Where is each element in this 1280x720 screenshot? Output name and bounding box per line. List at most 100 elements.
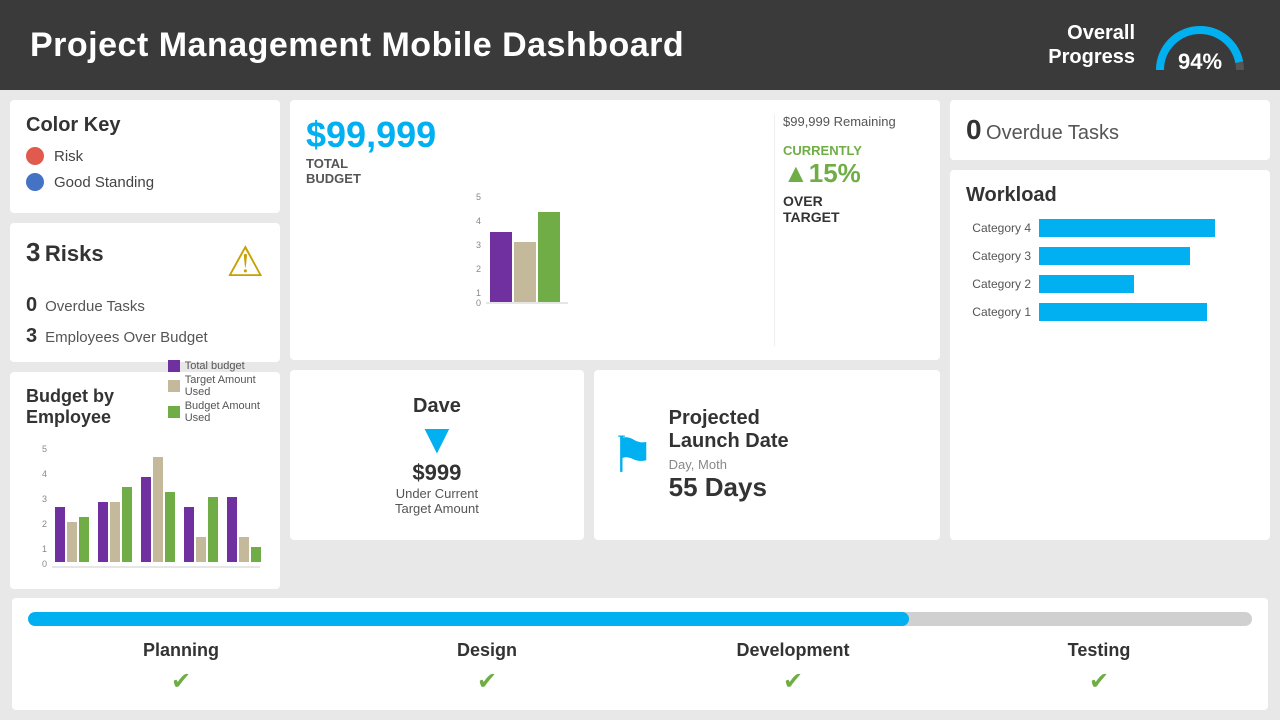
overdue-label: Overdue Tasks bbox=[986, 122, 1119, 144]
cat1-label: Category 1 bbox=[966, 305, 1031, 319]
risks-count: 3 bbox=[26, 237, 40, 267]
budget-stats: $99,999 Remaining CURRENTLY ▲15% OVERTAR… bbox=[774, 114, 924, 346]
budget-employee-chart: 5 4 3 2 1 0 bbox=[26, 440, 264, 570]
svg-text:5: 5 bbox=[42, 444, 47, 454]
dave-amount: $999 bbox=[412, 460, 461, 486]
workload-row-cat4: Category 4 bbox=[966, 219, 1254, 237]
svg-text:2: 2 bbox=[476, 264, 481, 274]
phase-design-check: ✔ bbox=[334, 667, 640, 696]
phase-planning-check: ✔ bbox=[28, 667, 334, 696]
cat4-bar bbox=[1039, 219, 1215, 237]
workload-title: Workload bbox=[966, 184, 1254, 207]
svg-text:4: 4 bbox=[42, 469, 47, 479]
total-budget-label: TOTALBUDGET bbox=[306, 156, 760, 186]
legend-budget-label: Budget Amount Used bbox=[185, 400, 264, 424]
phases-progress-fill bbox=[28, 612, 909, 626]
legend-total-budget: Total budget bbox=[168, 360, 264, 372]
svg-text:3: 3 bbox=[42, 494, 47, 504]
overall-progress: OverallProgress 94% bbox=[1048, 15, 1250, 75]
remaining-text: $99,999 Remaining bbox=[783, 114, 924, 129]
svg-text:3: 3 bbox=[476, 240, 481, 250]
phase-development: Development ✔ bbox=[640, 640, 946, 696]
over-pct: ▲15% bbox=[783, 158, 924, 189]
svg-text:0: 0 bbox=[476, 298, 481, 308]
risk-dot bbox=[26, 147, 44, 165]
launch-days: 55 Days bbox=[669, 472, 789, 503]
svg-text:2: 2 bbox=[42, 519, 47, 529]
cat4-bar-wrap bbox=[1039, 219, 1254, 237]
launch-info: ProjectedLaunch Date Day, Moth 55 Days bbox=[669, 407, 789, 503]
legend-target-used: Target Amount Used bbox=[168, 374, 264, 398]
arrow-up-icon: ▲ bbox=[783, 158, 809, 188]
progress-label: OverallProgress bbox=[1048, 21, 1135, 69]
svg-text:1: 1 bbox=[476, 288, 481, 298]
budget-legend: Total budget Target Amount Used Budget A… bbox=[168, 360, 264, 424]
dave-down-arrow-icon: ▼ bbox=[416, 418, 458, 460]
right-column: 0 Overdue Tasks Workload Category 4 Cate… bbox=[950, 100, 1270, 540]
cat3-bar bbox=[1039, 247, 1190, 265]
flag-icon: ⚑ bbox=[610, 426, 655, 484]
color-key-risk: Risk bbox=[26, 147, 264, 165]
middle-bottom: Dave ▼ $999 Under CurrentTarget Amount ⚑… bbox=[290, 370, 940, 540]
header: Project Management Mobile Dashboard Over… bbox=[0, 0, 1280, 90]
budget-employee-title: Budget by Employee bbox=[26, 386, 168, 428]
total-budget-amount: $99,999 bbox=[306, 114, 760, 156]
phase-planning-name: Planning bbox=[28, 640, 334, 661]
cat4-label: Category 4 bbox=[966, 221, 1031, 235]
workload-row-cat1: Category 1 bbox=[966, 303, 1254, 321]
currently-label: CURRENTLY bbox=[783, 143, 924, 158]
dave-card: Dave ▼ $999 Under CurrentTarget Amount bbox=[290, 370, 584, 540]
risks-title-block: 3 Risks bbox=[26, 237, 104, 268]
warning-icon: ⚠ bbox=[226, 237, 264, 286]
overdue-tasks-row: 0 Overdue Tasks bbox=[26, 294, 264, 317]
svg-text:5: 5 bbox=[476, 192, 481, 202]
workload-row-cat3: Category 3 bbox=[966, 247, 1254, 265]
over-budget-desc: Employees Over Budget bbox=[45, 329, 208, 346]
over-target-label: OVERTARGET bbox=[783, 193, 924, 225]
launch-card: ⚑ ProjectedLaunch Date Day, Moth 55 Days bbox=[594, 370, 940, 540]
legend-tan-box bbox=[168, 380, 180, 392]
cat3-bar-wrap bbox=[1039, 247, 1254, 265]
good-standing-dot bbox=[26, 173, 44, 191]
page-title: Project Management Mobile Dashboard bbox=[30, 26, 684, 65]
phase-testing-check: ✔ bbox=[946, 667, 1252, 696]
legend-total-label: Total budget bbox=[185, 360, 245, 372]
cat2-label: Category 2 bbox=[966, 277, 1031, 291]
budget-mini-chart: 5 4 3 2 1 0 bbox=[306, 190, 760, 310]
risks-card: 3 Risks ⚠ 0 Overdue Tasks 3 Employees Ov… bbox=[10, 223, 280, 362]
budget-employee-card: Budget by Employee Total budget Target A… bbox=[10, 372, 280, 589]
dave-description: Under CurrentTarget Amount bbox=[395, 486, 479, 516]
risks-header: 3 Risks ⚠ bbox=[26, 237, 264, 286]
progress-arc: 94% bbox=[1150, 15, 1250, 75]
workload-row-cat2: Category 2 bbox=[966, 275, 1254, 293]
risks-label: Risks bbox=[45, 241, 104, 266]
workload-card: Workload Category 4 Category 3 Category … bbox=[950, 170, 1270, 540]
cat2-bar bbox=[1039, 275, 1134, 293]
color-key-title: Color Key bbox=[26, 114, 264, 137]
svg-text:1: 1 bbox=[42, 544, 47, 554]
phase-development-name: Development bbox=[640, 640, 946, 661]
phase-planning: Planning ✔ bbox=[28, 640, 334, 696]
budget-overview-card: $99,999 TOTALBUDGET 5 4 3 2 1 0 $99,999 … bbox=[290, 100, 940, 360]
over-budget-row: 3 Employees Over Budget bbox=[26, 325, 264, 348]
over-budget-count: 3 bbox=[26, 325, 37, 348]
phases-card: Planning ✔ Design ✔ Development ✔ Testin… bbox=[12, 598, 1268, 710]
legend-purple-box bbox=[168, 360, 180, 372]
phase-design-name: Design bbox=[334, 640, 640, 661]
budget-chart-section: $99,999 TOTALBUDGET 5 4 3 2 1 0 bbox=[306, 114, 760, 346]
good-standing-label: Good Standing bbox=[54, 174, 154, 191]
legend-budget-used: Budget Amount Used bbox=[168, 400, 264, 424]
cat1-bar-wrap bbox=[1039, 303, 1254, 321]
phases-section: Planning ✔ Design ✔ Development ✔ Testin… bbox=[12, 598, 1268, 710]
progress-percentage: 94% bbox=[1150, 49, 1250, 75]
phase-design: Design ✔ bbox=[334, 640, 640, 696]
overdue-card: 0 Overdue Tasks bbox=[950, 100, 1270, 160]
phases-grid: Planning ✔ Design ✔ Development ✔ Testin… bbox=[28, 640, 1252, 696]
left-column: Color Key Risk Good Standing 3 Risks ⚠ 0 bbox=[10, 100, 280, 540]
phases-progress-bar bbox=[28, 612, 1252, 626]
svg-text:0: 0 bbox=[42, 559, 47, 569]
risk-label: Risk bbox=[54, 148, 83, 165]
overdue-number: 0 bbox=[966, 114, 982, 145]
workload-bars: Category 4 Category 3 Category 2 bbox=[966, 219, 1254, 321]
color-key-card: Color Key Risk Good Standing bbox=[10, 100, 280, 213]
